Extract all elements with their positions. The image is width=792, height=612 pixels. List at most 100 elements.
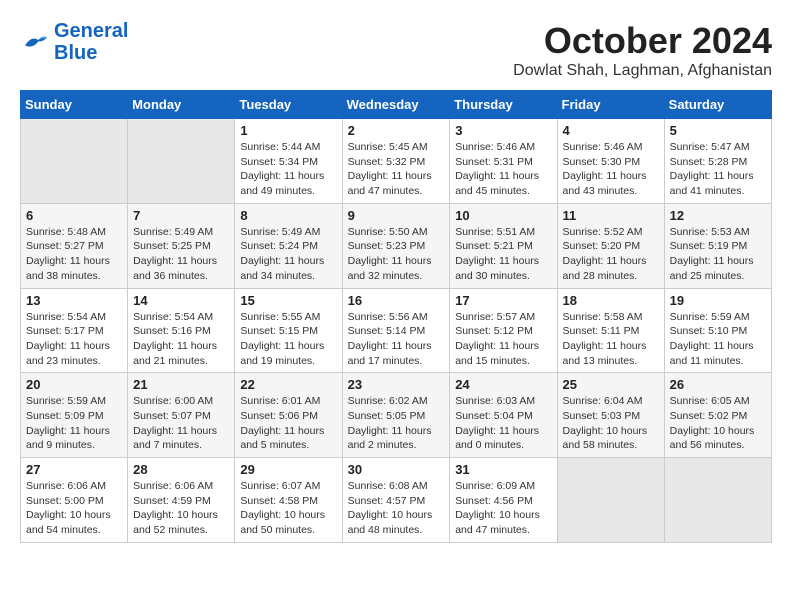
day-info: Sunrise: 5:50 AM Sunset: 5:23 PM Dayligh… bbox=[348, 225, 445, 284]
calendar-cell bbox=[128, 119, 235, 204]
header-thursday: Thursday bbox=[450, 91, 557, 119]
calendar-cell: 8Sunrise: 5:49 AM Sunset: 5:24 PM Daylig… bbox=[235, 203, 342, 288]
day-number: 12 bbox=[670, 208, 766, 223]
day-number: 29 bbox=[240, 462, 336, 477]
day-number: 19 bbox=[670, 293, 766, 308]
calendar-cell: 22 Sunrise: 6:01 AM Sunset: 5:06 PM Dayli… bbox=[235, 373, 342, 458]
day-number: 10 bbox=[455, 208, 551, 223]
day-info: Sunrise: 5:46 AM Sunset: 5:31 PM Dayligh… bbox=[455, 140, 551, 199]
calendar-week-row: 27 Sunrise: 6:06 AM Sunset: 5:00 PM Dayli… bbox=[21, 458, 772, 543]
day-number: 13 bbox=[26, 293, 122, 308]
calendar-table: SundayMondayTuesdayWednesdayThursdayFrid… bbox=[20, 90, 772, 543]
calendar-cell: 13 Sunrise: 5:54 AM Sunset: 5:17 PM Dayli… bbox=[21, 288, 128, 373]
calendar-cell: 28 Sunrise: 6:06 AM Sunset: 4:59 PM Dayli… bbox=[128, 458, 235, 543]
day-info: Sunrise: 6:02 AM Sunset: 5:05 PM Dayligh… bbox=[348, 394, 445, 453]
calendar-cell: 23 Sunrise: 6:02 AM Sunset: 5:05 PM Dayli… bbox=[342, 373, 450, 458]
day-number: 16 bbox=[348, 293, 445, 308]
day-number: 26 bbox=[670, 377, 766, 392]
calendar-cell bbox=[557, 458, 664, 543]
day-number: 31 bbox=[455, 462, 551, 477]
calendar-cell: 2 Sunrise: 5:45 AM Sunset: 5:32 PM Daylig… bbox=[342, 119, 450, 204]
day-number: 21 bbox=[133, 377, 229, 392]
calendar-cell: 9 Sunrise: 5:50 AM Sunset: 5:23 PM Daylig… bbox=[342, 203, 450, 288]
day-number: 7 bbox=[133, 208, 229, 223]
day-info: Sunrise: 6:09 AM Sunset: 4:56 PM Dayligh… bbox=[455, 479, 551, 538]
calendar-week-row: 20Sunrise: 5:59 AM Sunset: 5:09 PM Dayli… bbox=[21, 373, 772, 458]
day-number: 5 bbox=[670, 123, 766, 138]
day-number: 1 bbox=[240, 123, 336, 138]
day-info: Sunrise: 6:01 AM Sunset: 5:06 PM Dayligh… bbox=[240, 394, 336, 453]
calendar-cell: 31 Sunrise: 6:09 AM Sunset: 4:56 PM Dayli… bbox=[450, 458, 557, 543]
day-info: Sunrise: 5:45 AM Sunset: 5:32 PM Dayligh… bbox=[348, 140, 445, 199]
day-info: Sunrise: 5:48 AM Sunset: 5:27 PM Dayligh… bbox=[26, 225, 122, 284]
day-info: Sunrise: 5:46 AM Sunset: 5:30 PM Dayligh… bbox=[563, 140, 659, 199]
header-sunday: Sunday bbox=[21, 91, 128, 119]
calendar-cell: 16 Sunrise: 5:56 AM Sunset: 5:14 PM Dayli… bbox=[342, 288, 450, 373]
calendar-cell: 29Sunrise: 6:07 AM Sunset: 4:58 PM Dayli… bbox=[235, 458, 342, 543]
calendar-cell: 6 Sunrise: 5:48 AM Sunset: 5:27 PM Daylig… bbox=[21, 203, 128, 288]
calendar-cell: 4 Sunrise: 5:46 AM Sunset: 5:30 PM Daylig… bbox=[557, 119, 664, 204]
calendar-week-row: 6 Sunrise: 5:48 AM Sunset: 5:27 PM Daylig… bbox=[21, 203, 772, 288]
calendar-cell: 26 Sunrise: 6:05 AM Sunset: 5:02 PM Dayli… bbox=[664, 373, 771, 458]
day-number: 30 bbox=[348, 462, 445, 477]
logo-bird-icon bbox=[20, 32, 50, 52]
day-info: Sunrise: 5:53 AM Sunset: 5:19 PM Dayligh… bbox=[670, 225, 766, 284]
day-number: 3 bbox=[455, 123, 551, 138]
day-number: 2 bbox=[348, 123, 445, 138]
day-number: 20 bbox=[26, 377, 122, 392]
calendar-cell bbox=[21, 119, 128, 204]
calendar-cell: 12 Sunrise: 5:53 AM Sunset: 5:19 PM Dayli… bbox=[664, 203, 771, 288]
day-info: Sunrise: 5:49 AM Sunset: 5:25 PM Dayligh… bbox=[133, 225, 229, 284]
logo-general: General bbox=[54, 20, 128, 42]
day-info: Sunrise: 5:52 AM Sunset: 5:20 PM Dayligh… bbox=[563, 225, 659, 284]
location-title: Dowlat Shah, Laghman, Afghanistan bbox=[513, 62, 772, 80]
day-number: 15 bbox=[240, 293, 336, 308]
day-number: 4 bbox=[563, 123, 659, 138]
day-number: 14 bbox=[133, 293, 229, 308]
day-info: Sunrise: 5:54 AM Sunset: 5:17 PM Dayligh… bbox=[26, 310, 122, 369]
calendar-week-row: 1 Sunrise: 5:44 AM Sunset: 5:34 PM Daylig… bbox=[21, 119, 772, 204]
day-info: Sunrise: 5:56 AM Sunset: 5:14 PM Dayligh… bbox=[348, 310, 445, 369]
day-number: 18 bbox=[563, 293, 659, 308]
day-number: 8 bbox=[240, 208, 336, 223]
calendar-cell: 11 Sunrise: 5:52 AM Sunset: 5:20 PM Dayli… bbox=[557, 203, 664, 288]
month-title: October 2024 bbox=[513, 20, 772, 62]
calendar-cell: 1 Sunrise: 5:44 AM Sunset: 5:34 PM Daylig… bbox=[235, 119, 342, 204]
day-info: Sunrise: 5:47 AM Sunset: 5:28 PM Dayligh… bbox=[670, 140, 766, 199]
calendar-title-block: October 2024 Dowlat Shah, Laghman, Afgha… bbox=[513, 20, 772, 80]
calendar-cell: 21Sunrise: 6:00 AM Sunset: 5:07 PM Dayli… bbox=[128, 373, 235, 458]
day-info: Sunrise: 5:58 AM Sunset: 5:11 PM Dayligh… bbox=[563, 310, 659, 369]
day-info: Sunrise: 5:59 AM Sunset: 5:10 PM Dayligh… bbox=[670, 310, 766, 369]
logo-blue: Blue bbox=[54, 42, 128, 64]
page-header: General Blue October 2024 Dowlat Shah, L… bbox=[20, 20, 772, 80]
day-number: 6 bbox=[26, 208, 122, 223]
calendar-cell: 7 Sunrise: 5:49 AM Sunset: 5:25 PM Daylig… bbox=[128, 203, 235, 288]
day-info: Sunrise: 5:57 AM Sunset: 5:12 PM Dayligh… bbox=[455, 310, 551, 369]
calendar-cell: 3 Sunrise: 5:46 AM Sunset: 5:31 PM Daylig… bbox=[450, 119, 557, 204]
calendar-cell: 5 Sunrise: 5:47 AM Sunset: 5:28 PM Daylig… bbox=[664, 119, 771, 204]
day-info: Sunrise: 6:06 AM Sunset: 5:00 PM Dayligh… bbox=[26, 479, 122, 538]
logo: General Blue bbox=[20, 20, 128, 64]
calendar-cell: 20Sunrise: 5:59 AM Sunset: 5:09 PM Dayli… bbox=[21, 373, 128, 458]
day-number: 28 bbox=[133, 462, 229, 477]
day-info: Sunrise: 6:05 AM Sunset: 5:02 PM Dayligh… bbox=[670, 394, 766, 453]
calendar-cell: 15Sunrise: 5:55 AM Sunset: 5:15 PM Dayli… bbox=[235, 288, 342, 373]
day-info: Sunrise: 6:08 AM Sunset: 4:57 PM Dayligh… bbox=[348, 479, 445, 538]
day-number: 22 bbox=[240, 377, 336, 392]
header-friday: Friday bbox=[557, 91, 664, 119]
day-number: 25 bbox=[563, 377, 659, 392]
header-monday: Monday bbox=[128, 91, 235, 119]
header-saturday: Saturday bbox=[664, 91, 771, 119]
day-number: 17 bbox=[455, 293, 551, 308]
day-info: Sunrise: 5:54 AM Sunset: 5:16 PM Dayligh… bbox=[133, 310, 229, 369]
day-number: 23 bbox=[348, 377, 445, 392]
calendar-header-row: SundayMondayTuesdayWednesdayThursdayFrid… bbox=[21, 91, 772, 119]
day-number: 9 bbox=[348, 208, 445, 223]
calendar-cell: 27 Sunrise: 6:06 AM Sunset: 5:00 PM Dayli… bbox=[21, 458, 128, 543]
calendar-cell: 17 Sunrise: 5:57 AM Sunset: 5:12 PM Dayli… bbox=[450, 288, 557, 373]
day-number: 27 bbox=[26, 462, 122, 477]
day-info: Sunrise: 6:06 AM Sunset: 4:59 PM Dayligh… bbox=[133, 479, 229, 538]
day-number: 11 bbox=[563, 208, 659, 223]
day-info: Sunrise: 5:44 AM Sunset: 5:34 PM Dayligh… bbox=[240, 140, 336, 199]
calendar-cell: 19 Sunrise: 5:59 AM Sunset: 5:10 PM Dayli… bbox=[664, 288, 771, 373]
